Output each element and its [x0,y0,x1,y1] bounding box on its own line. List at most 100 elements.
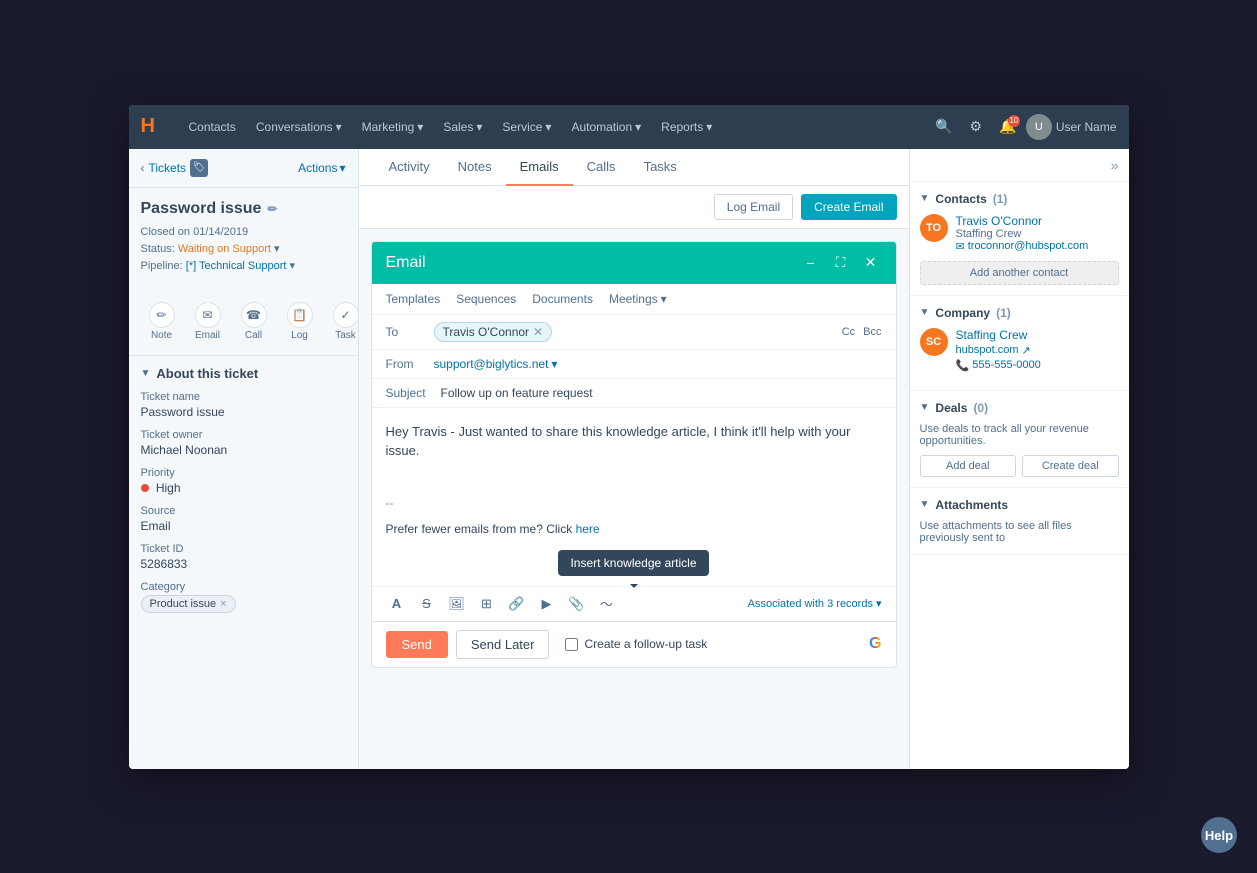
ka-tooltip-container: Insert knowledge article [372,540,896,586]
tab-calls[interactable]: Calls [573,149,630,186]
deals-section-header[interactable]: ▼ Deals (0) [920,401,1119,415]
subject-value[interactable]: Follow up on feature request [441,386,593,400]
attachment-button[interactable]: 📎 [566,593,588,615]
search-icon[interactable]: 🔍 [930,113,958,141]
create-email-button[interactable]: Create Email [801,194,896,220]
from-address[interactable]: support@biglytics.net ▾ [434,357,558,371]
nav-marketing[interactable]: Marketing ▾ [354,116,432,138]
task-button[interactable]: ✓ Task [325,296,359,347]
main-layout: ‹ Tickets 🏷 Actions ▾ Password issue ✏ C… [129,149,1129,769]
sequences-button[interactable]: Sequences [456,292,516,306]
nav-automation[interactable]: Automation ▾ [563,116,649,138]
associated-records[interactable]: Associated with 3 records ▾ [748,597,882,610]
company-name[interactable]: Staffing Crew [956,328,1041,342]
note-button[interactable]: ✏ Note [141,296,183,347]
unsubscribe-link[interactable]: here [576,522,600,536]
tab-activity[interactable]: Activity [375,149,444,186]
tab-notes[interactable]: Notes [444,149,506,186]
templates-button[interactable]: Templates [386,292,441,306]
to-contact-name: Travis O'Connor [443,325,530,339]
email-body[interactable]: Hey Travis - Just wanted to share this k… [372,408,896,488]
log-button[interactable]: 📋 Log [279,296,321,347]
contacts-section-label: Contacts [935,192,986,206]
insert-knowledge-article-tooltip[interactable]: Insert knowledge article [558,550,708,576]
video-button[interactable]: ▶ [536,593,558,615]
company-website[interactable]: hubspot.com ↗ [956,344,1041,357]
strikethrough-button[interactable]: S [416,593,438,615]
nav-sales[interactable]: Sales ▾ [435,116,490,138]
call-button[interactable]: ☎ Call [233,296,275,347]
bold-button[interactable]: A [386,593,408,615]
hubspot-logo[interactable]: H [141,115,169,138]
company-item: SC Staffing Crew hubspot.com ↗ 📞 555-555… [920,328,1119,372]
nav-conversations[interactable]: Conversations ▾ [248,116,350,138]
contact-email[interactable]: ✉ troconnor@hubspot.com [956,240,1119,253]
attachments-section-header[interactable]: ▼ Attachments [920,498,1119,512]
table-button[interactable]: ⊞ [476,593,498,615]
follow-up-checkbox-input[interactable] [565,638,578,651]
to-field-row: To Travis O'Connor ✕ Cc Bcc [372,315,896,350]
company-phone[interactable]: 📞 555-555-0000 [956,359,1041,372]
pipeline-link[interactable]: [*] Technical Support [186,260,287,272]
log-email-button[interactable]: Log Email [714,194,793,220]
contacts-count: (1) [993,192,1008,206]
field-ticket-name: Ticket name Password issue [141,391,346,419]
send-later-button[interactable]: Send Later [456,630,550,659]
deals-count: (0) [973,401,988,415]
cc-button[interactable]: Cc [842,326,855,338]
deals-section: ▼ Deals (0) Use deals to track all your … [910,391,1129,488]
edit-title-icon[interactable]: ✏ [267,202,277,216]
meetings-button[interactable]: Meetings ▾ [609,292,667,306]
follow-up-task-checkbox[interactable]: Create a follow-up task [565,637,707,651]
expand-button[interactable]: ⛶ [830,252,852,274]
about-section-header[interactable]: ▼ About this ticket [141,366,346,381]
nav-contacts[interactable]: Contacts [181,116,244,138]
collapse-right-panel-button[interactable]: » [1111,157,1119,173]
image-button[interactable]: 🖼 [446,593,468,615]
company-section-header[interactable]: ▼ Company (1) [920,306,1119,320]
top-nav: H Contacts Conversations ▾ Marketing ▾ S… [129,105,1129,149]
breadcrumb-tickets[interactable]: Tickets [149,161,187,175]
task-icon: ✓ [333,302,359,328]
signature-button[interactable]: 〜 [596,593,618,615]
actions-button[interactable]: Actions ▾ [298,161,345,175]
tag-remove-icon[interactable]: × [220,598,226,610]
to-label: To [386,325,426,339]
nav-reports[interactable]: Reports ▾ [653,116,720,138]
to-contact-tag: Travis O'Connor ✕ [434,322,553,342]
add-contact-button[interactable]: Add another contact [920,261,1119,285]
avatar[interactable]: U [1026,114,1052,140]
status-link[interactable]: Waiting on Support [178,243,271,255]
username[interactable]: User Name [1056,120,1117,134]
send-button[interactable]: Send [386,631,448,658]
create-deal-button[interactable]: Create deal [1022,455,1119,477]
google-g-icon: G [869,635,881,653]
tab-tasks[interactable]: Tasks [630,149,691,186]
attachments-section: ▼ Attachments Use attachments to see all… [910,488,1129,555]
nav-service[interactable]: Service ▾ [494,116,559,138]
field-priority: Priority High [141,467,346,495]
back-arrow[interactable]: ‹ [141,161,145,175]
tab-emails[interactable]: Emails [506,149,573,186]
settings-icon[interactable]: ⚙ [962,113,990,141]
contact-avatar: TO [920,214,948,242]
link-button[interactable]: 🔗 [506,593,528,615]
to-contact-remove[interactable]: ✕ [533,325,543,339]
add-deal-button[interactable]: Add deal [920,455,1017,477]
ticket-pipeline: Pipeline: [*] Technical Support ▾ [141,259,346,272]
contacts-section-header[interactable]: ▼ Contacts (1) [920,192,1119,206]
attachments-section-label: Attachments [935,498,1008,512]
email-footer: Prefer fewer emails from me? Click here [372,518,896,540]
note-icon: ✏ [149,302,175,328]
deals-toggle-icon: ▼ [920,402,930,413]
cc-bcc-area: Cc Bcc [842,326,882,338]
bcc-button[interactable]: Bcc [863,326,881,338]
notifications-icon[interactable]: 🔔 10 [994,113,1022,141]
minimize-button[interactable]: − [800,252,822,274]
email-actions-bar: Log Email Create Email [359,186,909,229]
contact-name[interactable]: Travis O'Connor [956,214,1119,228]
close-compose-button[interactable]: ✕ [860,252,882,274]
documents-button[interactable]: Documents [532,292,593,306]
source-value: Email [141,519,346,533]
email-button[interactable]: ✉ Email [187,296,229,347]
